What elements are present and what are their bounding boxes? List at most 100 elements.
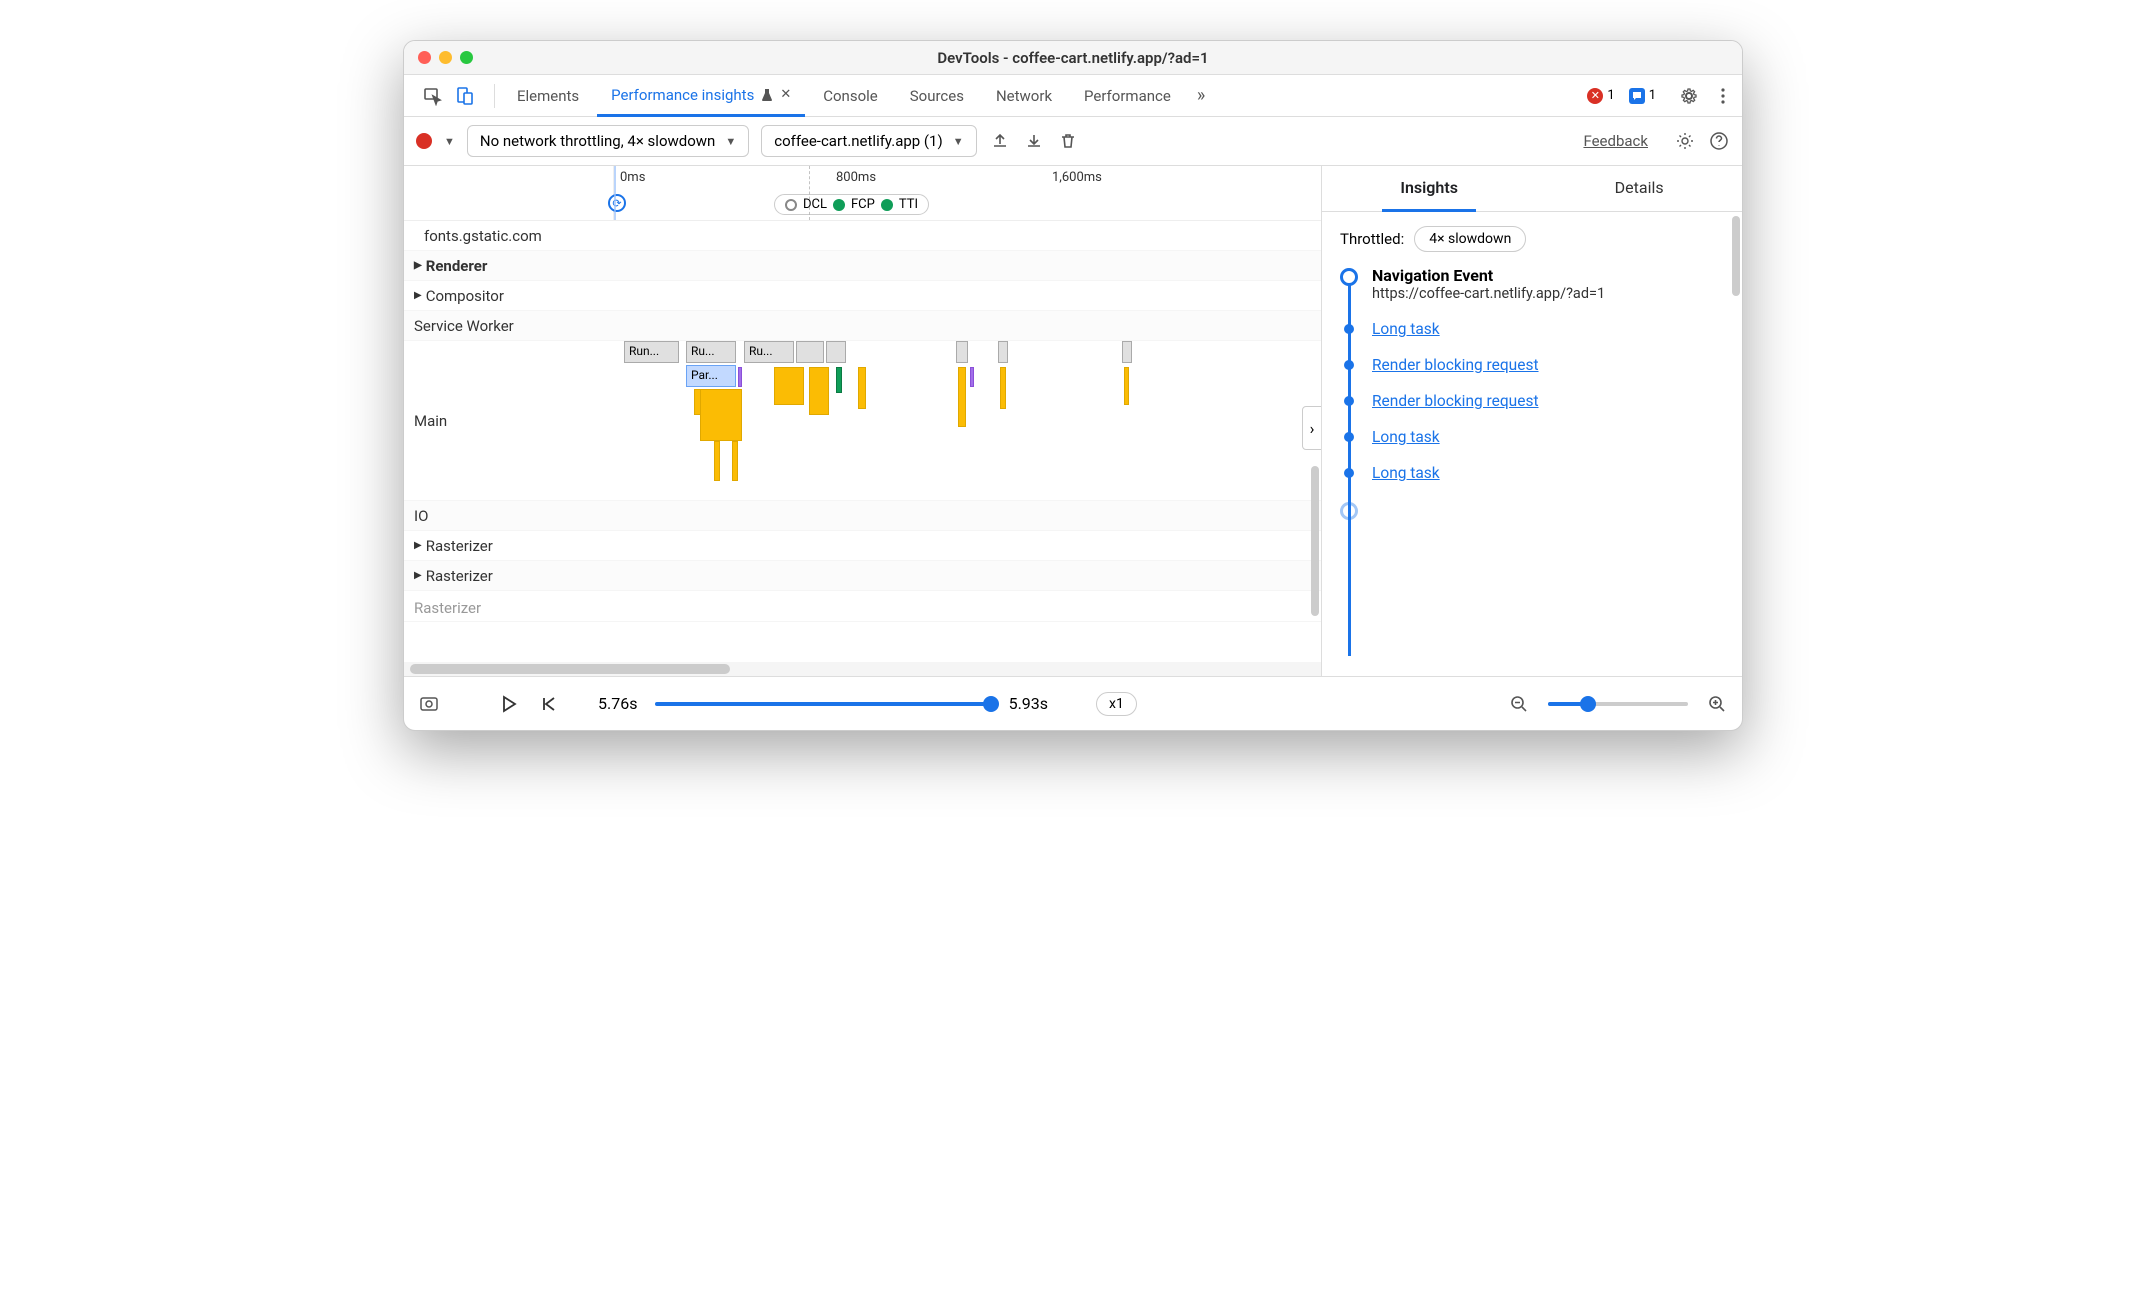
zoom-out-icon[interactable] bbox=[1508, 693, 1530, 715]
flame-block[interactable] bbox=[796, 341, 824, 363]
record-button[interactable] bbox=[416, 133, 432, 149]
horizontal-scrollbar[interactable] bbox=[404, 662, 1321, 676]
flame-bar[interactable] bbox=[1124, 367, 1129, 405]
insight-link[interactable]: Render blocking request bbox=[1372, 356, 1539, 374]
messages-badge[interactable]: 1 bbox=[1629, 88, 1656, 104]
panel-settings-icon[interactable] bbox=[1674, 130, 1696, 152]
nav-event-url: https://coffee-cart.netlify.app/?ad=1 bbox=[1372, 285, 1605, 302]
playback-slider[interactable] bbox=[655, 702, 990, 706]
flame-bar[interactable] bbox=[700, 389, 742, 441]
throttle-pill[interactable]: 4× slowdown bbox=[1414, 226, 1526, 252]
devtools-window: DevTools - coffee-cart.netlify.app/?ad=1… bbox=[403, 40, 1743, 731]
insight-link[interactable]: Long task bbox=[1372, 428, 1440, 446]
insight-link[interactable]: Long task bbox=[1372, 464, 1440, 482]
record-options-caret[interactable]: ▼ bbox=[444, 135, 455, 148]
flame-bar[interactable] bbox=[732, 441, 738, 481]
flame-block[interactable] bbox=[956, 341, 968, 363]
screenshot-toggle-icon[interactable] bbox=[418, 693, 440, 715]
flame-block[interactable] bbox=[826, 341, 846, 363]
track-row: Rasterizer bbox=[404, 591, 1321, 622]
insights-panel: Insights Details Throttled: 4× slowdown … bbox=[1322, 166, 1742, 676]
device-toggle-icon[interactable] bbox=[454, 85, 476, 107]
chevron-down-icon: ▼ bbox=[953, 135, 964, 148]
message-icon bbox=[1629, 88, 1645, 104]
flame-bar[interactable] bbox=[836, 367, 842, 393]
navigation-start-marker[interactable]: ⟳ bbox=[608, 194, 626, 212]
flame-bar[interactable] bbox=[774, 367, 804, 405]
timeline-markers-pill[interactable]: DCL FCP TTI bbox=[774, 194, 929, 215]
upload-icon[interactable] bbox=[989, 130, 1011, 152]
throttling-select[interactable]: No network throttling, 4× slowdown ▼ bbox=[467, 125, 749, 157]
close-window-button[interactable] bbox=[418, 51, 431, 64]
tab-performance[interactable]: Performance bbox=[1070, 77, 1185, 115]
tab-console[interactable]: Console bbox=[809, 77, 892, 115]
playback-speed[interactable]: x1 bbox=[1096, 692, 1137, 716]
time-end: 5.93s bbox=[1009, 694, 1048, 713]
tab-network[interactable]: Network bbox=[982, 77, 1066, 115]
zoom-in-icon[interactable] bbox=[1706, 693, 1728, 715]
flame-bar[interactable] bbox=[809, 367, 829, 415]
tab-insights[interactable]: Insights bbox=[1382, 166, 1476, 212]
help-icon[interactable] bbox=[1708, 130, 1730, 152]
insights-list: Navigation Event https://coffee-cart.net… bbox=[1322, 266, 1742, 552]
timeline-ruler[interactable]: ⟳ 0ms 800ms 1,600ms DCL FCP TTI bbox=[404, 166, 1321, 221]
flame-block[interactable] bbox=[1122, 341, 1132, 363]
error-icon: ✕ bbox=[1587, 88, 1603, 104]
nav-event-title: Navigation Event bbox=[1372, 266, 1605, 285]
main-area: ⟳ 0ms 800ms 1,600ms DCL FCP TTI bbox=[404, 166, 1742, 676]
maximize-window-button[interactable] bbox=[460, 51, 473, 64]
play-button[interactable] bbox=[498, 693, 520, 715]
page-select[interactable]: coffee-cart.netlify.app (1) ▼ bbox=[761, 125, 976, 157]
flame-bar[interactable] bbox=[1000, 367, 1006, 409]
flame-bar[interactable] bbox=[714, 441, 720, 481]
errors-badge[interactable]: ✕ 1 bbox=[1587, 88, 1614, 104]
insight-link[interactable]: Render blocking request bbox=[1372, 392, 1539, 410]
tab-elements[interactable]: Elements bbox=[503, 77, 593, 115]
flame-block[interactable]: Ru... bbox=[744, 341, 794, 363]
tab-performance-insights[interactable]: Performance insights ✕ bbox=[597, 76, 805, 117]
tab-details[interactable]: Details bbox=[1597, 166, 1682, 211]
flame-block-parse[interactable]: Par... bbox=[686, 365, 736, 387]
vertical-scrollbar[interactable] bbox=[1732, 216, 1740, 296]
traffic-lights bbox=[418, 51, 473, 64]
inspect-element-icon[interactable] bbox=[422, 85, 444, 107]
main-thread-flame[interactable]: Run... Ru... Ru... Par... bbox=[614, 341, 1321, 500]
timeline-rows[interactable]: fonts.gstatic.com ▶Renderer ▶Compositor … bbox=[404, 221, 1321, 662]
time-cursor[interactable] bbox=[614, 166, 616, 220]
rewind-button[interactable] bbox=[538, 693, 560, 715]
flame-block[interactable]: Ru... bbox=[686, 341, 736, 363]
kebab-menu-icon[interactable] bbox=[1712, 85, 1734, 107]
feedback-link[interactable]: Feedback bbox=[1583, 132, 1648, 150]
flame-bar[interactable] bbox=[958, 367, 966, 427]
track-row: fonts.gstatic.com bbox=[404, 221, 1321, 251]
flask-icon bbox=[760, 88, 774, 102]
vertical-scrollbar[interactable] bbox=[1311, 466, 1319, 616]
expand-sidebar-button[interactable]: › bbox=[1302, 406, 1322, 450]
more-tabs-button[interactable]: » bbox=[1189, 85, 1213, 106]
flame-bar[interactable] bbox=[970, 367, 974, 387]
track-row: IO bbox=[404, 501, 1321, 531]
track-row: Service Worker bbox=[404, 311, 1321, 341]
flame-block[interactable] bbox=[998, 341, 1008, 363]
timeline-tick: 0ms bbox=[620, 170, 645, 185]
delete-icon[interactable] bbox=[1057, 130, 1079, 152]
dcl-marker-icon bbox=[785, 199, 797, 211]
flame-bar[interactable] bbox=[738, 367, 742, 387]
time-marker-line bbox=[809, 166, 810, 220]
fcp-marker-icon bbox=[833, 199, 845, 211]
track-row: ▶Rasterizer bbox=[404, 531, 1321, 561]
tti-marker-icon bbox=[881, 199, 893, 211]
flame-bar[interactable] bbox=[858, 367, 866, 409]
playback-footer: 5.76s 5.93s x1 bbox=[404, 676, 1742, 730]
zoom-slider[interactable] bbox=[1548, 702, 1688, 706]
flame-block[interactable]: Run... bbox=[624, 341, 679, 363]
tab-sources[interactable]: Sources bbox=[896, 77, 978, 115]
minimize-window-button[interactable] bbox=[439, 51, 452, 64]
settings-icon[interactable] bbox=[1678, 85, 1700, 107]
track-row: ▶Rasterizer bbox=[404, 561, 1321, 591]
insight-link[interactable]: Long task bbox=[1372, 320, 1440, 338]
close-tab-icon[interactable]: ✕ bbox=[780, 87, 791, 102]
timeline-rail bbox=[1348, 284, 1351, 656]
chevron-down-icon: ▼ bbox=[725, 135, 736, 148]
download-icon[interactable] bbox=[1023, 130, 1045, 152]
